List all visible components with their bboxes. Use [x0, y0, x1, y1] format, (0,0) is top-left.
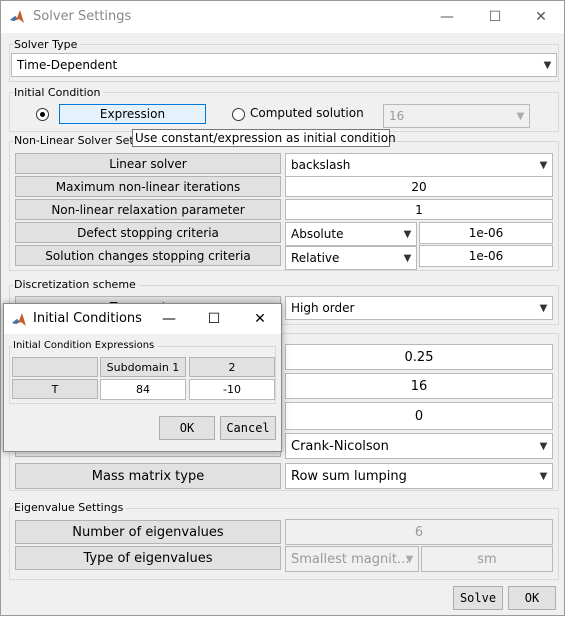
linear-solver-value: backslash — [291, 158, 351, 172]
dialog-title-bar: Initial Conditions — ☐ ✕ — [4, 304, 281, 334]
solution-changes-mode-value: Relative — [291, 251, 340, 265]
chevron-down-icon: ▼ — [543, 59, 552, 71]
mass-matrix-dropdown[interactable]: Row sum lumping ▼ — [285, 463, 553, 489]
nonlinear-label: Non-Linear Solver Setti — [13, 135, 145, 147]
initial-condition-label: Initial Condition — [13, 87, 104, 99]
eigenvalue-type-label: Type of eigenvalues — [15, 546, 281, 570]
defect-tolerance-input[interactable]: 1e-06 — [419, 222, 553, 244]
chevron-down-icon: ▼ — [403, 252, 412, 264]
window-title: Solver Settings — [33, 9, 132, 24]
num-eigenvalues-label: Number of eigenvalues — [15, 520, 281, 544]
solver-type-label: Solver Type — [13, 39, 81, 51]
computed-solution-dropdown[interactable]: 16 ▼ — [383, 104, 530, 128]
time-scheme-dropdown[interactable]: Crank-Nicolson ▼ — [285, 433, 553, 459]
computed-solution-radio[interactable] — [232, 108, 245, 121]
max-iterations-label: Maximum non-linear iterations — [15, 176, 281, 197]
discretization-label: Discretization scheme — [13, 279, 139, 291]
defect-mode-dropdown[interactable]: Absolute ▼ — [285, 222, 417, 246]
close-icon[interactable]: ✕ — [245, 304, 275, 334]
linear-solver-dropdown[interactable]: backslash ▼ — [285, 153, 553, 177]
tooltip: Use constant/expression as initial condi… — [132, 129, 396, 147]
eigenvalue-type-dropdown[interactable]: Smallest magnit... ▼ — [285, 546, 419, 572]
relaxation-input[interactable]: 1 — [285, 199, 553, 220]
chevron-down-icon: ▼ — [516, 110, 525, 122]
solver-type-value: Time-Dependent — [17, 58, 118, 72]
minimize-icon[interactable]: — — [429, 1, 465, 33]
computed-solution-label: Computed solution — [250, 106, 364, 120]
ok-button[interactable]: OK — [508, 586, 556, 610]
chevron-down-icon: ▼ — [539, 159, 548, 171]
initial-conditions-dialog: Initial Conditions — ☐ ✕ Initial Conditi… — [3, 303, 282, 452]
dialog-ok-button[interactable]: OK — [159, 416, 215, 440]
minimize-icon[interactable]: — — [154, 304, 184, 334]
matlab-logo-icon — [10, 10, 24, 23]
solver-type-dropdown[interactable]: Time-Dependent ▼ — [11, 53, 557, 77]
eigenvalue-label: Eigenvalue Settings — [13, 502, 127, 514]
computed-solution-value: 16 — [389, 109, 405, 123]
linear-solver-label: Linear solver — [15, 153, 281, 174]
time-param-2-input[interactable]: 16 — [285, 373, 553, 399]
matlab-logo-icon — [12, 313, 26, 326]
solution-changes-label: Solution changes stopping criteria — [15, 245, 281, 266]
column-header-subdomain-1: Subdomain 1 — [100, 357, 186, 377]
corner-header — [12, 357, 98, 377]
time-param-1-input[interactable]: 0.25 — [285, 344, 553, 370]
close-icon[interactable]: ✕ — [523, 1, 559, 33]
chevron-down-icon: ▼ — [539, 470, 548, 482]
solution-changes-tolerance-input[interactable]: 1e-06 — [419, 245, 553, 267]
dialog-cancel-button[interactable]: Cancel — [220, 416, 276, 440]
expression-input-subdomain-1[interactable]: 84 — [100, 379, 186, 400]
time-scheme-value: Crank-Nicolson — [291, 438, 389, 454]
num-eigenvalues-input[interactable]: 6 — [285, 519, 553, 545]
expressions-label: Initial Condition Expressions — [12, 340, 158, 352]
solve-button[interactable]: Solve — [453, 586, 503, 610]
column-header-2: 2 — [189, 357, 275, 377]
max-iterations-input[interactable]: 20 — [285, 176, 553, 197]
mass-matrix-label: Mass matrix type — [15, 463, 281, 489]
time-param-3-input[interactable]: 0 — [285, 402, 553, 430]
title-bar: Solver Settings — ☐ ✕ — [1, 1, 564, 33]
dialog-title: Initial Conditions — [33, 311, 142, 326]
temperature-scheme-dropdown[interactable]: High order ▼ — [285, 296, 553, 320]
chevron-down-icon: ▼ — [539, 440, 548, 452]
maximize-icon[interactable]: ☐ — [477, 1, 513, 33]
defect-criteria-label: Defect stopping criteria — [15, 222, 281, 243]
chevron-down-icon: ▼ — [403, 228, 412, 240]
expression-input-2[interactable]: -10 — [189, 379, 275, 400]
mass-matrix-value: Row sum lumping — [291, 468, 407, 484]
eigenvalue-type-code[interactable]: sm — [421, 546, 553, 572]
row-header-t: T — [12, 379, 98, 399]
defect-mode-value: Absolute — [291, 227, 344, 241]
chevron-down-icon: ▼ — [405, 553, 414, 565]
eigenvalue-type-value: Smallest magnit... — [291, 551, 410, 567]
expression-button[interactable]: Expression — [59, 104, 206, 124]
temperature-scheme-value: High order — [291, 301, 355, 315]
solution-changes-mode-dropdown[interactable]: Relative ▼ — [285, 246, 417, 270]
relaxation-label: Non-linear relaxation parameter — [15, 199, 281, 220]
chevron-down-icon: ▼ — [539, 302, 548, 314]
expression-radio[interactable] — [36, 108, 49, 121]
maximize-icon[interactable]: ☐ — [199, 304, 229, 334]
